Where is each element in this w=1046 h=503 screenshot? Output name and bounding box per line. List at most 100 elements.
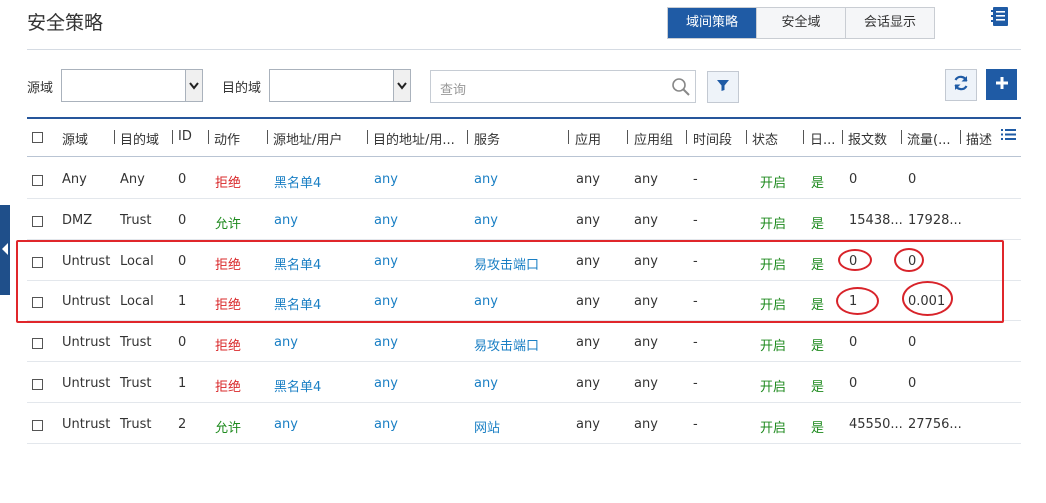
add-policy-button[interactable]	[986, 69, 1017, 100]
row-checkbox[interactable]	[32, 175, 43, 186]
column-divider	[367, 130, 368, 144]
plus-icon	[995, 76, 1009, 94]
cell-dst-zone: Any	[120, 172, 145, 187]
cell-src-zone: DMZ	[62, 213, 93, 228]
column-divider	[901, 130, 902, 144]
search-icon[interactable]	[671, 77, 691, 101]
filter-button[interactable]	[707, 71, 739, 103]
col-header-src-zone[interactable]: 源域	[62, 129, 88, 148]
row-checkbox[interactable]	[32, 338, 43, 349]
cell-dst-addr[interactable]: any	[374, 172, 398, 187]
cell-app: any	[576, 417, 600, 432]
col-header-packets[interactable]: 报文数	[848, 129, 887, 148]
cell-src-zone: Any	[62, 172, 87, 187]
row-checkbox[interactable]	[32, 379, 43, 390]
column-divider	[114, 130, 115, 144]
cell-dst-zone: Trust	[120, 213, 152, 228]
cell-src-addr[interactable]: any	[274, 213, 298, 228]
cell-dst-addr[interactable]: any	[374, 417, 398, 432]
col-header-status[interactable]: 状态	[752, 129, 778, 148]
cell-dst-addr[interactable]: any	[374, 376, 398, 391]
collapse-arrow-icon[interactable]	[0, 205, 10, 295]
cell-src-addr[interactable]: any	[274, 335, 298, 350]
tab-session-display[interactable]: 会话显示	[845, 8, 934, 38]
select-all-checkbox[interactable]	[32, 132, 43, 143]
header-divider	[27, 49, 1021, 50]
row-divider	[27, 402, 1021, 403]
cell-app: any	[576, 172, 600, 187]
page-title: 安全策略	[27, 12, 104, 34]
cell-service[interactable]: any	[474, 376, 498, 391]
cell-app-group: any	[634, 335, 658, 350]
cell-dst-addr[interactable]: any	[374, 335, 398, 350]
col-header-id[interactable]: ID	[178, 129, 192, 144]
cell-log: 是	[811, 421, 825, 436]
cell-id: 2	[178, 417, 187, 432]
cell-id: 1	[178, 376, 187, 391]
cell-src-zone: Untrust	[62, 376, 111, 391]
col-header-description[interactable]: 描述	[966, 129, 992, 148]
column-settings-icon[interactable]	[1001, 128, 1016, 145]
source-zone-select[interactable]	[61, 69, 203, 102]
cell-log: 是	[811, 176, 825, 191]
col-header-dst-zone[interactable]: 目的域	[120, 129, 159, 148]
col-header-log[interactable]: 日...	[810, 129, 835, 148]
cell-id: 0	[178, 172, 187, 187]
cell-traffic: 0	[908, 376, 917, 391]
tab-inter-zone-policy[interactable]: 域间策略	[668, 8, 756, 38]
source-zone-label: 源域	[27, 81, 54, 96]
cell-action: 允许	[215, 421, 242, 436]
refresh-button[interactable]	[945, 69, 977, 101]
col-header-dst-addr[interactable]: 目的地址/用...	[373, 129, 455, 148]
col-header-action[interactable]: 动作	[214, 129, 240, 148]
cell-id: 0	[178, 335, 187, 350]
highlight-oval	[894, 248, 924, 272]
search-placeholder: 查询	[440, 83, 467, 98]
column-divider	[803, 130, 804, 144]
cell-service[interactable]: any	[474, 213, 498, 228]
cell-log: 是	[811, 339, 825, 354]
col-header-traffic[interactable]: 流量(...	[907, 129, 950, 148]
cell-service[interactable]: 易攻击端口	[474, 335, 539, 354]
col-header-time[interactable]: 时间段	[693, 129, 732, 148]
cell-status: 开启	[760, 217, 787, 232]
cell-time: -	[693, 417, 698, 432]
cell-dst-zone: Trust	[120, 417, 152, 432]
cell-app: any	[576, 376, 600, 391]
column-divider	[267, 130, 268, 144]
row-checkbox[interactable]	[32, 216, 43, 227]
cell-app-group: any	[634, 376, 658, 391]
cell-dst-zone: Trust	[120, 376, 152, 391]
cell-status: 开启	[760, 421, 787, 436]
row-checkbox[interactable]	[32, 420, 43, 431]
col-header-app-group[interactable]: 应用组	[634, 129, 673, 148]
cell-dst-addr[interactable]: any	[374, 213, 398, 228]
column-divider	[686, 130, 687, 144]
cell-src-addr[interactable]: 黑名单4	[274, 172, 321, 191]
col-header-src-addr[interactable]: 源地址/用户	[273, 129, 342, 148]
col-header-service[interactable]: 服务	[474, 129, 500, 148]
cell-action: 拒绝	[215, 380, 242, 395]
cell-service[interactable]: 网站	[474, 417, 500, 436]
cell-src-addr[interactable]: 黑名单4	[274, 376, 321, 395]
dest-zone-label: 目的域	[222, 81, 262, 96]
cell-src-zone: Untrust	[62, 417, 111, 432]
cell-log: 是	[811, 380, 825, 395]
col-header-app[interactable]: 应用	[575, 129, 601, 148]
column-divider	[208, 130, 209, 144]
cell-traffic: 27756...	[908, 417, 962, 432]
cell-packets: 45550...	[849, 417, 903, 432]
dest-zone-select[interactable]	[269, 69, 411, 102]
cell-src-addr[interactable]: any	[274, 417, 298, 432]
row-divider	[27, 361, 1021, 362]
document-icon[interactable]	[990, 6, 1010, 28]
cell-service[interactable]: any	[474, 172, 498, 187]
chevron-down-icon	[185, 70, 202, 101]
tab-security-zone[interactable]: 安全域	[756, 8, 845, 38]
column-divider	[172, 130, 173, 144]
highlight-oval	[902, 281, 953, 316]
cell-traffic: 17928...	[908, 213, 962, 228]
search-input[interactable]: 查询	[430, 70, 696, 103]
column-divider	[467, 130, 468, 144]
column-divider	[568, 130, 569, 144]
